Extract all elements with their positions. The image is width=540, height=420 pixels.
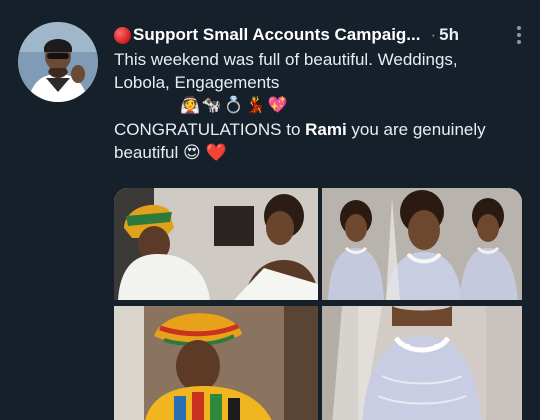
avatar-image <box>18 22 98 102</box>
media-grid <box>114 188 522 420</box>
tweet-text: This weekend was full of beautiful. Wedd… <box>114 48 526 164</box>
emoji-line: 👰🐄💍💃💖 <box>180 97 290 114</box>
tweet-header: Support Small Accounts Campaig... · 5h <box>114 22 526 48</box>
tweet-content: Support Small Accounts Campaig... · 5h T… <box>114 22 526 164</box>
tweet-text-line: Lobola, Engagements <box>114 73 280 92</box>
congrats-prefix: CONGRATULATIONS to <box>114 120 306 139</box>
closing-line: beautiful 😍 ❤️ <box>114 143 227 162</box>
photo-4-image <box>322 306 522 420</box>
congrats-line: CONGRATULATIONS to Rami you are genuinel… <box>114 118 526 141</box>
photo-3[interactable] <box>114 306 318 420</box>
avatar[interactable] <box>18 22 98 102</box>
photo-1-image <box>114 188 318 300</box>
congrats-name: Rami <box>305 120 347 139</box>
tweet[interactable]: Support Small Accounts Campaig... · 5h T… <box>0 0 540 420</box>
more-vertical-icon[interactable] <box>512 24 526 46</box>
photo-2[interactable] <box>322 188 522 300</box>
photo-1[interactable] <box>114 188 318 300</box>
timestamp[interactable]: 5h <box>439 25 459 45</box>
tweet-text-line: This weekend was full of beautiful. Wedd… <box>114 50 458 69</box>
photo-4[interactable] <box>322 306 522 420</box>
photo-2-image <box>322 188 522 300</box>
photo-3-image <box>114 306 318 420</box>
display-name[interactable]: Support Small Accounts Campaig... <box>133 25 420 45</box>
separator-dot: · <box>430 25 437 44</box>
red-circle-icon <box>114 26 131 44</box>
congrats-suffix: you are genuinely <box>346 120 486 139</box>
